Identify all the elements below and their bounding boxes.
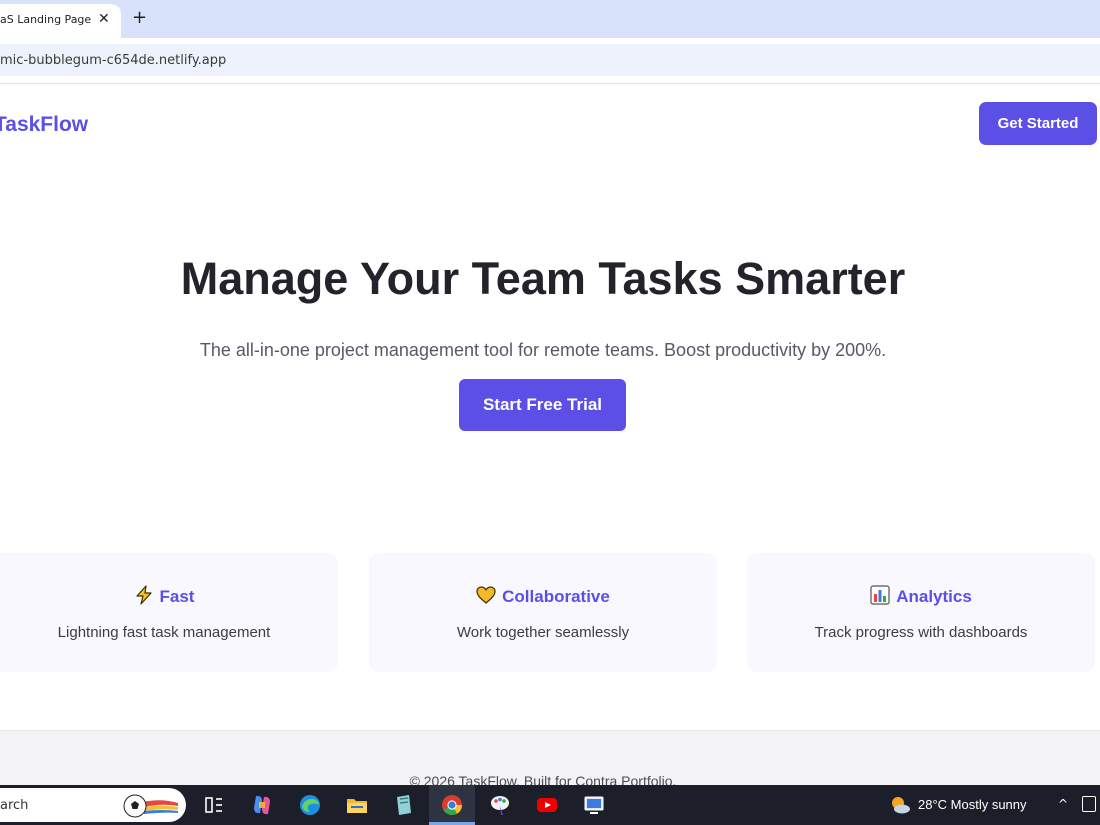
feature-card-collaborative: Collaborative Work together seamlessly <box>369 553 717 672</box>
landing-page: TaskFlow Get Started Manage Your Team Ta… <box>0 85 1100 785</box>
address-bar[interactable]: mic-bubblegum-c654de.netlify.app <box>0 44 1100 76</box>
footer-copyright: © 2026 TaskFlow. Built for Contra Portfo… <box>409 773 677 785</box>
hero-subtitle: The all-in-one project management tool f… <box>199 340 887 360</box>
feature-heading: Analytics <box>747 585 1095 607</box>
task-view-icon[interactable] <box>202 793 226 817</box>
browser-toolbar: mic-bubblegum-c654de.netlify.app <box>0 38 1100 84</box>
url-text: mic-bubblegum-c654de.netlify.app <box>0 53 227 68</box>
new-tab-icon[interactable]: + <box>132 8 147 28</box>
bar-chart-icon <box>870 585 890 605</box>
feature-title: Fast <box>159 587 195 606</box>
tab-close-icon[interactable]: ✕ <box>98 11 110 27</box>
notes-app-icon[interactable] <box>392 793 416 817</box>
browser-tab-bar: aS Landing Page ✕ + <box>0 0 1100 38</box>
site-footer: © 2026 TaskFlow. Built for Contra Portfo… <box>0 730 1100 785</box>
taskbar-search-box[interactable]: arch <box>0 788 186 822</box>
remote-desktop-icon[interactable] <box>582 793 606 817</box>
heart-icon <box>476 586 496 604</box>
feature-heading: Collaborative <box>369 585 717 607</box>
tray-device-icon[interactable] <box>1082 796 1096 812</box>
file-explorer-icon[interactable] <box>345 793 369 817</box>
feature-title: Analytics <box>896 587 972 606</box>
get-started-button[interactable]: Get Started <box>979 102 1097 145</box>
feature-card-fast: Fast Lightning fast task management <box>0 553 338 672</box>
tab-title: aS Landing Page <box>0 13 92 26</box>
weather-text[interactable]: 28°C Mostly sunny <box>918 797 1027 812</box>
soccer-ball-icon <box>123 794 178 818</box>
copilot-icon[interactable] <box>250 793 274 817</box>
feature-card-analytics: Analytics Track progress with dashboards <box>747 553 1095 672</box>
system-tray-chevron-icon[interactable]: ^ <box>1058 797 1068 811</box>
browser-tab[interactable]: aS Landing Page ✕ <box>0 4 121 38</box>
site-logo[interactable]: TaskFlow <box>0 113 88 137</box>
feature-title: Collaborative <box>502 587 610 606</box>
youtube-icon[interactable] <box>535 793 559 817</box>
lightning-icon <box>135 585 152 605</box>
feature-description: Work together seamlessly <box>456 624 630 641</box>
hero-title: Manage Your Team Tasks Smarter <box>180 253 906 304</box>
weather-sun-icon[interactable] <box>889 794 911 816</box>
paint-app-icon[interactable] <box>488 793 512 817</box>
start-free-trial-button[interactable]: Start Free Trial <box>459 379 626 431</box>
feature-heading: Fast <box>0 585 338 607</box>
os-taskbar: arch 28°C Mostly sunny ^ <box>0 785 1100 825</box>
feature-description: Track progress with dashboards <box>814 624 1028 641</box>
taskbar-search-text: arch <box>0 798 29 813</box>
chrome-browser-icon[interactable] <box>440 793 464 817</box>
feature-description: Lightning fast task management <box>57 624 271 641</box>
edge-browser-icon[interactable] <box>298 793 322 817</box>
